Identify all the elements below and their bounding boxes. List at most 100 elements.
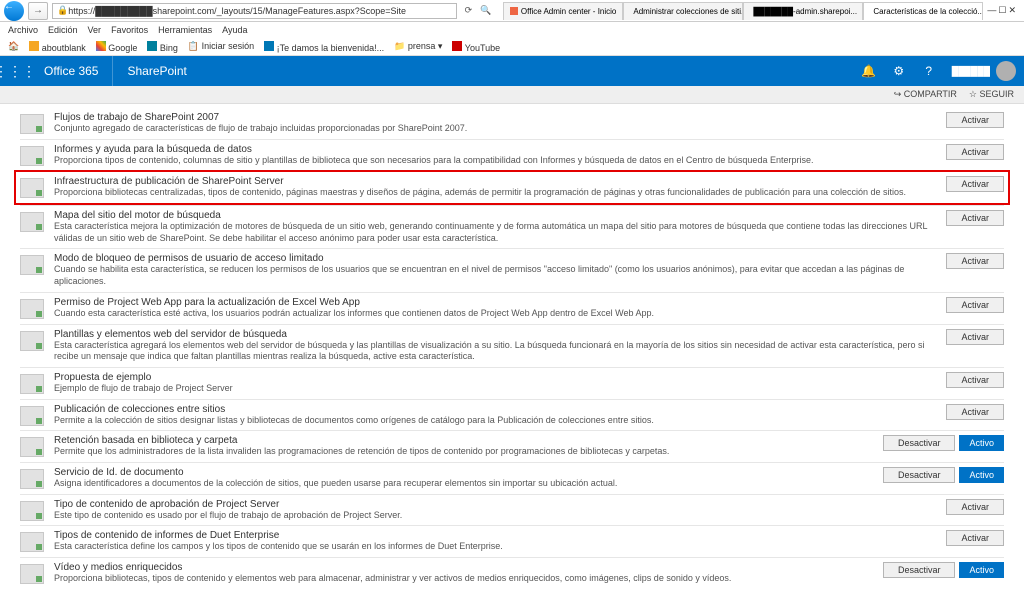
feature-title: Informes y ayuda para la búsqueda de dat… — [54, 144, 936, 155]
browser-back-button[interactable]: ← — [4, 1, 24, 21]
bookmark-item[interactable]: 📋 Iniciar sesión — [188, 41, 254, 52]
feature-title: Propuesta de ejemplo — [54, 372, 936, 383]
feature-title: Plantillas y elementos web del servidor … — [54, 329, 936, 340]
sharepoint-label[interactable]: SharePoint — [112, 56, 200, 86]
settings-gear-icon[interactable]: ⚙ — [884, 56, 914, 86]
browser-tabs: Office Admin center - Inicio Administrar… — [503, 2, 983, 20]
activate-button[interactable]: Activar — [946, 176, 1004, 192]
feature-actions: Activar — [946, 176, 1004, 192]
feature-description: Cuando esta característica esté activa, … — [54, 308, 936, 320]
browser-tab[interactable]: Administrar colecciones de siti... — [623, 2, 743, 20]
follow-button[interactable]: ☆ SEGUIR — [969, 89, 1014, 100]
feature-row: Permiso de Project Web App para la actua… — [20, 292, 1004, 324]
feature-description: Proporciona tipos de contenido, columnas… — [54, 155, 936, 167]
feature-description: Cuando se habilita esta característica, … — [54, 264, 936, 287]
activate-button[interactable]: Activar — [946, 210, 1004, 226]
home-icon[interactable]: 🏠 — [8, 41, 19, 52]
search-icon[interactable]: 🔍 — [480, 5, 491, 16]
activate-button[interactable]: Activar — [946, 372, 1004, 388]
activate-button[interactable]: Activar — [946, 530, 1004, 546]
browser-tab[interactable]: Office Admin center - Inicio — [503, 2, 623, 20]
minimize-icon[interactable]: — — [987, 5, 996, 16]
feature-icon — [20, 532, 44, 552]
user-menu[interactable]: ██████ — [944, 61, 1024, 81]
bookmark-item[interactable]: 📁 prensa ▾ — [394, 41, 442, 52]
notifications-icon[interactable]: 🔔 — [854, 56, 884, 86]
lock-icon: 🔒 — [57, 5, 68, 16]
favicon — [264, 41, 274, 51]
deactivate-button[interactable]: Desactivar — [883, 435, 956, 451]
feature-icon — [20, 564, 44, 584]
refresh-icon[interactable]: ⟳ — [465, 5, 473, 16]
feature-row: Publicación de colecciones entre sitiosP… — [20, 399, 1004, 431]
menu-item[interactable]: Ver — [88, 25, 102, 35]
feature-actions: Activar — [946, 144, 1004, 160]
active-badge: Activo — [959, 435, 1004, 451]
feature-description: Este tipo de contenido es usado por el f… — [54, 510, 936, 522]
menu-item[interactable]: Herramientas — [158, 25, 212, 35]
activate-button[interactable]: Activar — [946, 329, 1004, 345]
bookmark-item[interactable]: Bing — [147, 41, 178, 53]
app-launcher-icon[interactable]: ⋮⋮⋮ — [0, 56, 30, 86]
activate-button[interactable]: Activar — [946, 253, 1004, 269]
feature-actions: Activar — [946, 329, 1004, 345]
deactivate-button[interactable]: Desactivar — [883, 467, 956, 483]
close-icon[interactable]: ✕ — [1008, 5, 1016, 16]
maximize-icon[interactable]: ☐ — [998, 5, 1006, 16]
feature-actions: Activar — [946, 112, 1004, 128]
feature-description: Asigna identificadores a documentos de l… — [54, 478, 873, 490]
avatar — [996, 61, 1016, 81]
feature-actions: DesactivarActivo — [883, 435, 1004, 451]
activate-button[interactable]: Activar — [946, 404, 1004, 420]
browser-tab-active[interactable]: Características de la colecció...× — [863, 2, 983, 20]
activate-button[interactable]: Activar — [946, 144, 1004, 160]
activate-button[interactable]: Activar — [946, 112, 1004, 128]
bookmark-item[interactable]: YouTube — [452, 41, 500, 53]
page-actions-bar: ↪ COMPARTIR ☆ SEGUIR — [0, 86, 1024, 104]
feature-actions: Activar — [946, 404, 1004, 420]
feature-row: Tipos de contenido de informes de Duet E… — [20, 525, 1004, 557]
feature-description: Permite que los administradores de la li… — [54, 446, 873, 458]
feature-actions: DesactivarActivo — [883, 562, 1004, 578]
feature-icon — [20, 146, 44, 166]
feature-row: Retención basada en biblioteca y carpeta… — [20, 430, 1004, 462]
bookmark-item[interactable]: Google — [96, 41, 138, 53]
menu-item[interactable]: Edición — [48, 25, 78, 35]
activate-button[interactable]: Activar — [946, 297, 1004, 313]
feature-row: Flujos de trabajo de SharePoint 2007Conj… — [20, 108, 1004, 139]
deactivate-button[interactable]: Desactivar — [883, 562, 956, 578]
menu-item[interactable]: Favoritos — [111, 25, 148, 35]
feature-description: Esta característica mejora la optimizaci… — [54, 221, 936, 244]
address-bar[interactable]: 🔒 https://█████████sharepoint.com/_layou… — [52, 3, 457, 19]
feature-description: Esta característica agregará los element… — [54, 340, 936, 363]
feature-icon — [20, 374, 44, 394]
help-icon[interactable]: ? — [914, 56, 944, 86]
share-button[interactable]: ↪ COMPARTIR — [894, 89, 957, 100]
tab-label: Administrar colecciones de siti... — [633, 7, 743, 16]
menu-item[interactable]: Archivo — [8, 25, 38, 35]
url-text: https://█████████sharepoint.com/_layouts… — [68, 6, 406, 16]
feature-actions: Activar — [946, 372, 1004, 388]
feature-row: Vídeo y medios enriquecidosProporciona b… — [20, 557, 1004, 589]
feature-row: Modo de bloqueo de permisos de usuario d… — [20, 248, 1004, 291]
bookmark-item[interactable]: aboutblank — [29, 41, 86, 53]
browser-tab[interactable]: ███████-admin.sharepoi... — [743, 2, 863, 20]
browser-menu-bar: Archivo Edición Ver Favoritos Herramient… — [0, 22, 1024, 38]
feature-title: Mapa del sitio del motor de búsqueda — [54, 210, 936, 221]
active-badge: Activo — [959, 562, 1004, 578]
feature-title: Servicio de Id. de documento — [54, 467, 873, 478]
feature-title: Publicación de colecciones entre sitios — [54, 404, 936, 415]
bookmark-item[interactable]: ¡Te damos la bienvenida!... — [264, 41, 384, 53]
menu-item[interactable]: Ayuda — [222, 25, 247, 35]
feature-description: Ejemplo de flujo de trabajo de Project S… — [54, 383, 936, 395]
office365-label[interactable]: Office 365 — [30, 56, 112, 86]
favicon — [96, 41, 106, 51]
feature-description: Conjunto agregado de características de … — [54, 123, 936, 135]
browser-forward-button[interactable]: → — [28, 2, 48, 20]
feature-actions: Activar — [946, 253, 1004, 269]
activate-button[interactable]: Activar — [946, 499, 1004, 515]
feature-icon — [20, 501, 44, 521]
feature-actions: Activar — [946, 210, 1004, 226]
active-badge: Activo — [959, 467, 1004, 483]
feature-icon — [20, 331, 44, 351]
